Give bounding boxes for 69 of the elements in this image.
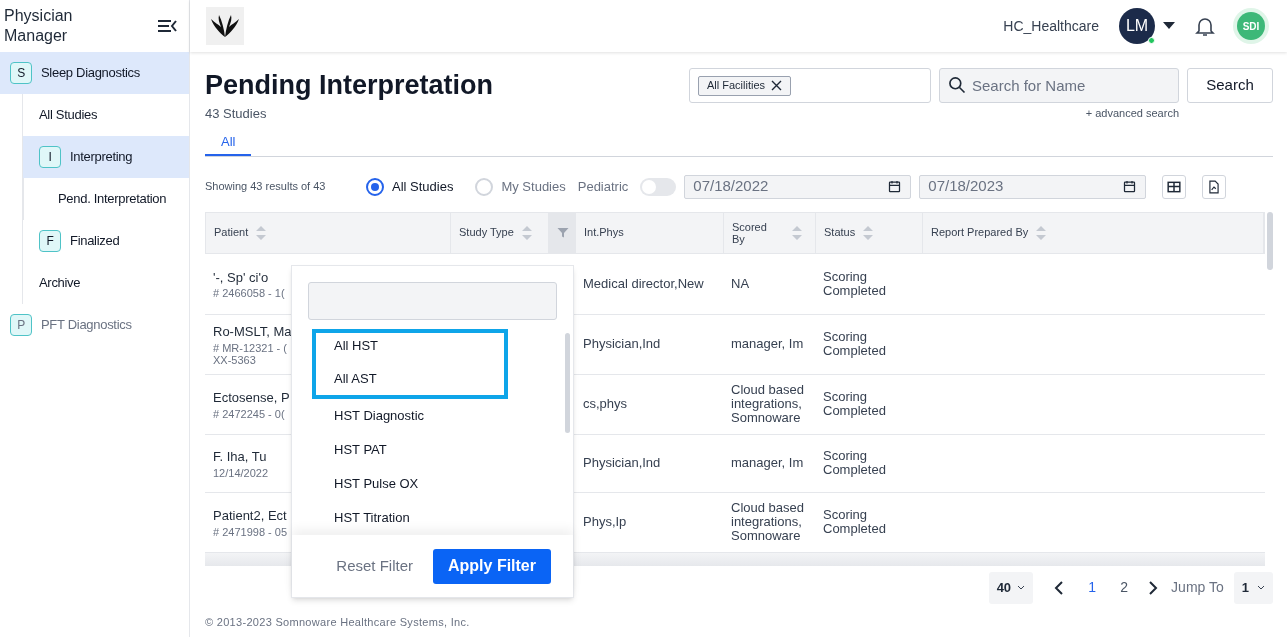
column-header[interactable]: Patient [206, 212, 451, 253]
table-cell-text: Scoring Completed [823, 449, 887, 477]
table-cell: Medical director,New [583, 276, 704, 291]
table-cell: manager, Im [731, 337, 804, 351]
patient-detail: XX-5363 [213, 353, 256, 366]
advanced-search-link[interactable]: + advanced search [1085, 105, 1179, 122]
jump-to-label: Jump To [1171, 578, 1224, 597]
patient-name: Ro-MSLT, Ma [213, 323, 292, 342]
page-number[interactable]: 2 [1113, 577, 1136, 598]
apply-filter-button[interactable]: Apply Filter [433, 548, 551, 584]
patient-detail: # 2472245 - 0( [213, 407, 285, 420]
table-cell-text: Scoring Completed [823, 508, 887, 536]
sidebar-item-badge: F [39, 230, 61, 252]
brand-badge: SDI [1237, 12, 1265, 40]
sidebar-item-badge: S [10, 62, 32, 84]
sidebar-item-badge: P [10, 314, 32, 336]
patient-detail: # MR-12321 - ( [213, 341, 287, 354]
patient-detail: 12/14/2022 [213, 466, 269, 479]
filter-option[interactable]: HST PAT [334, 433, 573, 467]
table-cell-text: Cloud based integrations, Somnoware [731, 383, 805, 425]
column-header[interactable]: Report Prepared By [923, 212, 1264, 253]
filter-option[interactable]: HST Pulse OX [334, 467, 573, 501]
patient-name: Ectosense, P [213, 389, 290, 408]
page-size-select[interactable]: 40 [988, 571, 1034, 604]
filter-option[interactable]: All HST [316, 329, 504, 362]
scope-radio[interactable]: All Studies [366, 176, 454, 197]
patient-detail: # 2466058 - 1( [213, 287, 285, 300]
table-cell-text: Scoring Completed [823, 390, 887, 418]
patient-name: F. Iha, Tu [213, 448, 267, 467]
page-title: Pending Interpretation [205, 69, 494, 102]
table-cell-text: Scoring Completed [823, 330, 887, 358]
table-cell-text: Scoring Completed [823, 269, 887, 298]
jump-to-select[interactable]: 1 [1233, 571, 1273, 604]
scope-radio[interactable]: My Studies [475, 176, 566, 197]
date-field[interactable]: 07/18/2023 [919, 174, 1147, 199]
table-cell-text: Cloud based integrations, Somnoware [731, 501, 805, 543]
table-cell: Phys,Ip [583, 515, 627, 529]
copyright-text: © 2013-2023 Somnoware Healthcare Systems, Inc. [205, 614, 471, 630]
facility-select[interactable]: All Facilities [689, 68, 931, 103]
sidebar-item-badge: I [39, 146, 61, 168]
column-header[interactable]: Scored By [724, 212, 816, 253]
page-number[interactable]: 1 [1081, 577, 1104, 598]
search-field[interactable]: Search for Name [939, 68, 1179, 103]
table-cell: NA [731, 276, 750, 291]
date-field[interactable]: 07/18/2022 [684, 174, 912, 199]
results-summary: Showing 43 results of 43 [205, 179, 327, 195]
study-count: 43 Studies [205, 105, 268, 123]
patient-detail: # 2471998 - 05 [213, 525, 287, 538]
reset-filter-button[interactable]: Reset Filter [336, 554, 413, 578]
column-header[interactable]: Int.Phys [576, 212, 724, 253]
facility-chip: All Facilities [698, 75, 792, 96]
filter-option[interactable]: HST Diagnostic [334, 399, 573, 433]
patient-name: '-, Sp' ci'o [213, 268, 269, 287]
sidebar-item[interactable]: I Interpreting [23, 136, 189, 178]
table-cell: cs,phys [583, 397, 628, 411]
app-title: Physician Manager [4, 6, 74, 46]
organization-name: HC_Healthcare [1003, 16, 1099, 36]
column-header[interactable]: Status [816, 212, 923, 253]
tab[interactable]: All [205, 129, 252, 156]
table-cell: Physician,Ind [583, 456, 661, 470]
search-button[interactable]: Search [1187, 68, 1273, 103]
patient-name: Patient2, Ect [213, 507, 287, 526]
sidebar-item[interactable]: S Sleep Diagnostics [0, 52, 189, 94]
pediatric-label: Pediatric [577, 177, 629, 196]
table-cell: manager, Im [731, 456, 804, 470]
filter-option[interactable]: All AST [316, 362, 504, 395]
table-cell: Physician,Ind [583, 337, 661, 351]
user-avatar[interactable]: LM [1119, 8, 1155, 44]
filter-option[interactable]: HST Titration [334, 501, 573, 535]
